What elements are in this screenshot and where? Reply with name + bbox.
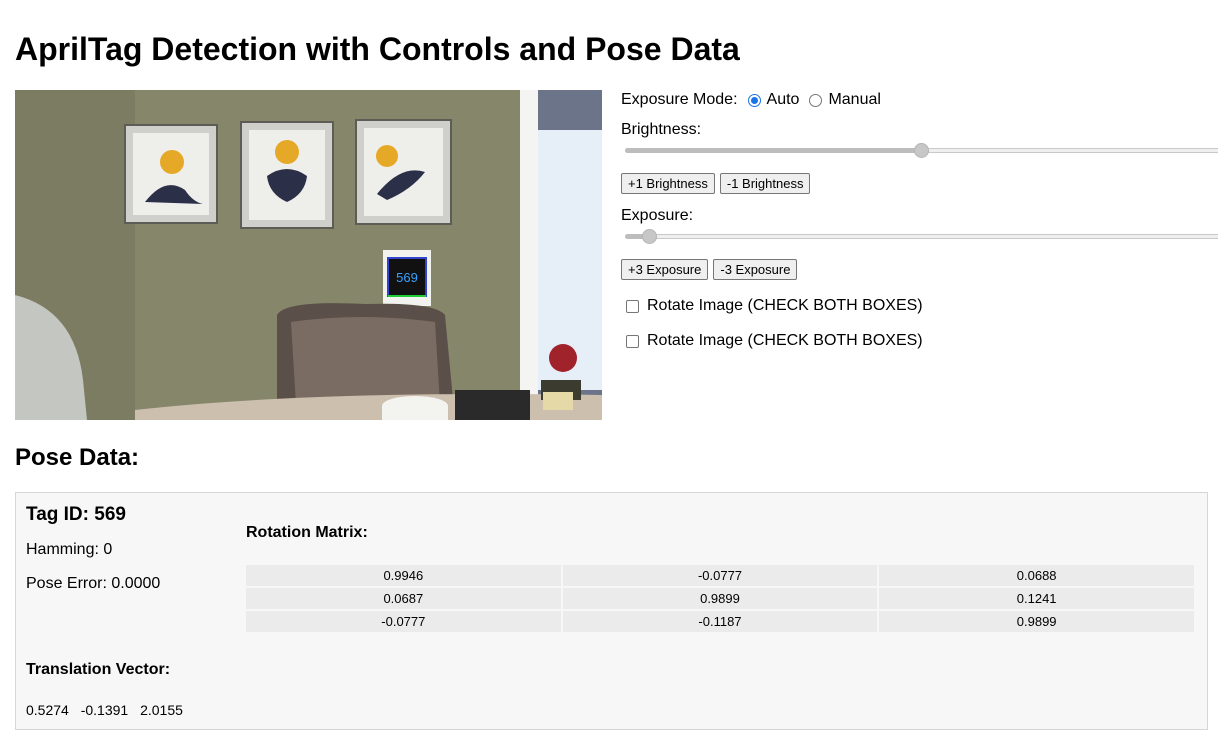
exposure-mode-row: Exposure Mode: Auto Manual (621, 88, 1218, 112)
pose-data-panel: Tag ID: 569 Hamming: 0 Pose Error: 0.000… (15, 492, 1208, 730)
brightness-slider[interactable] (621, 140, 1218, 160)
matrix-cell: -0.0777 (246, 611, 561, 632)
rotate-image-checkbox-2[interactable] (626, 334, 639, 348)
wall-frame-2 (240, 121, 334, 229)
rotate-image-label-1[interactable]: Rotate Image (CHECK BOTH BOXES) (647, 297, 923, 315)
table-row: 0.9946 -0.0777 0.0688 (246, 565, 1194, 586)
exposure-mode-label: Exposure Mode: (621, 91, 738, 108)
brightness-label: Brightness: (621, 121, 702, 138)
translation-x: 0.5274 (26, 702, 69, 718)
table-row: 0.0687 0.9899 0.1241 (246, 588, 1194, 609)
exposure-mode-auto-radio[interactable] (747, 93, 761, 107)
exposure-up-button[interactable]: +3 Exposure (621, 259, 709, 280)
tag-overlay-label: 569 (396, 270, 418, 285)
matrix-cell: -0.0777 (562, 565, 878, 586)
rotate-image-label-2[interactable]: Rotate Image (CHECK BOTH BOXES) (647, 332, 923, 350)
matrix-cell: 0.9899 (562, 588, 878, 609)
tag-id: Tag ID: 569 (26, 504, 126, 525)
matrix-cell: -0.1187 (562, 611, 878, 632)
apriltag-marker: 569 (383, 250, 431, 306)
camera-feed: 569 (15, 90, 602, 420)
exposure-down-button[interactable]: -3 Exposure (713, 259, 798, 280)
exposure-slider-thumb[interactable] (641, 229, 657, 244)
matrix-cell: 0.9899 (879, 611, 1194, 632)
rotate-row-2: Rotate Image (CHECK BOTH BOXES) (621, 331, 1218, 351)
camera-image: 569 (15, 90, 602, 420)
brightness-down-button[interactable]: -1 Brightness (719, 173, 811, 194)
brightness-up-button[interactable]: +1 Brightness (621, 173, 715, 194)
matrix-cell: 0.1241 (879, 588, 1194, 609)
matrix-cell: 0.9946 (246, 565, 561, 586)
pose-data-heading: Pose Data: (15, 444, 140, 471)
translation-vector: 0.5274 -0.1391 2.0155 (26, 702, 191, 718)
page-title: AprilTag Detection with Controls and Pos… (15, 31, 740, 67)
wall-frame-1 (124, 124, 218, 224)
wall-frame-3 (355, 119, 452, 225)
exposure-slider[interactable] (621, 226, 1218, 246)
exposure-label: Exposure: (621, 207, 694, 224)
hamming-value: Hamming: 0 (26, 541, 113, 558)
translation-vector-title: Translation Vector: (26, 661, 171, 678)
exposure-mode-manual-label[interactable]: Manual (828, 91, 880, 109)
exposure-mode-auto-label[interactable]: Auto (767, 91, 800, 109)
exposure-mode-manual-radio[interactable] (809, 93, 823, 107)
rotate-image-checkbox-1[interactable] (626, 299, 639, 313)
rotation-matrix-table: 0.9946 -0.0777 0.0688 0.0687 0.9899 0.12… (244, 563, 1196, 634)
camera-controls: Exposure Mode: Auto Manual Brightness: +… (621, 88, 1218, 351)
rotate-row-1: Rotate Image (CHECK BOTH BOXES) (621, 296, 1218, 316)
translation-z: 2.0155 (140, 702, 183, 718)
matrix-cell: 0.0687 (246, 588, 561, 609)
brightness-slider-thumb[interactable] (914, 143, 929, 158)
matrix-cell: 0.0688 (879, 565, 1194, 586)
rotation-matrix-title: Rotation Matrix: (246, 524, 368, 541)
table-row: -0.0777 -0.1187 0.9899 (246, 611, 1194, 632)
translation-y: -0.1391 (80, 702, 129, 718)
pose-error-value: Pose Error: 0.0000 (26, 575, 161, 592)
